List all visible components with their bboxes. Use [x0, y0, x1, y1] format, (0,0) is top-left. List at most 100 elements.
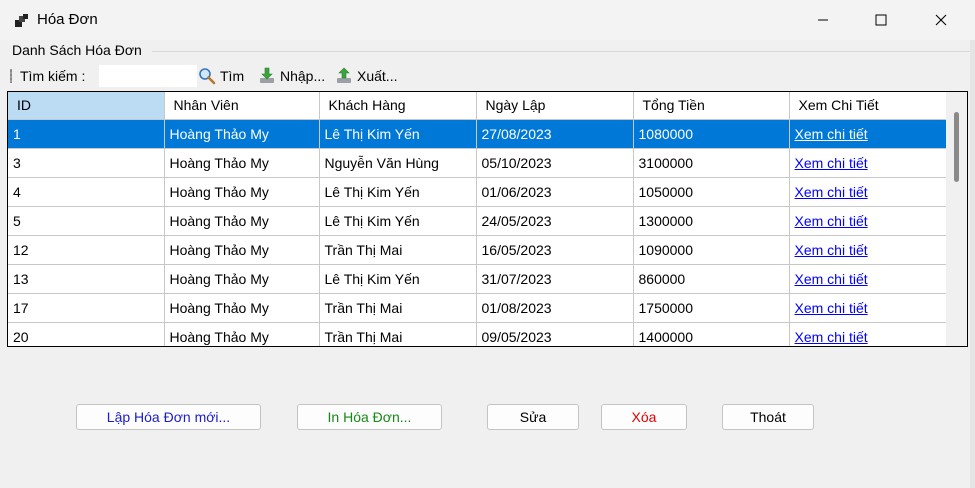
group-divider	[152, 51, 972, 52]
import-label: Nhập...	[280, 68, 326, 84]
table-row[interactable]: 12 Hoàng Thảo My Trần Thị Mai 16/05/2023…	[8, 235, 947, 265]
cell-total[interactable]: 1750000	[633, 293, 790, 323]
cell-customer[interactable]: Trần Thị Mai	[319, 322, 477, 346]
column-header-date[interactable]: Ngày Lập	[476, 92, 634, 120]
cell-customer[interactable]: Lê Thị Kim Yến	[319, 177, 477, 207]
view-details-link[interactable]: Xem chi tiết	[795, 155, 868, 171]
column-header-customer[interactable]: Khách Hàng	[319, 92, 477, 120]
grid-header-row: ID Nhân Viên Khách Hàng Ngày Lập Tổng Ti…	[8, 92, 947, 120]
minimize-icon	[818, 19, 828, 21]
cell-date[interactable]: 27/08/2023	[476, 119, 634, 149]
vertical-scrollbar[interactable]	[946, 92, 967, 346]
search-label: Tìm kiếm :	[20, 68, 86, 84]
view-details-link[interactable]: Xem chi tiết	[795, 242, 868, 258]
cell-id[interactable]: 13	[8, 264, 165, 294]
green-arrow-down-icon	[260, 67, 274, 83]
cell-id[interactable]: 12	[8, 235, 165, 265]
window-title: Hóa Đơn	[37, 11, 98, 28]
table-row[interactable]: 13 Hoàng Thảo My Lê Thị Kim Yến 31/07/20…	[8, 264, 947, 294]
cell-id[interactable]: 17	[8, 293, 165, 323]
cell-date[interactable]: 09/05/2023	[476, 322, 634, 346]
invoice-grid[interactable]: ID Nhân Viên Khách Hàng Ngày Lập Tổng Ti…	[7, 91, 968, 347]
view-details-link[interactable]: Xem chi tiết	[795, 213, 868, 229]
cell-employee[interactable]: Hoàng Thảo My	[164, 264, 320, 294]
export-button[interactable]: Xuất...	[335, 65, 397, 87]
view-details-link[interactable]: Xem chi tiết	[795, 300, 868, 316]
window-edge	[970, 40, 975, 488]
column-header-total[interactable]: Tổng Tiền	[633, 92, 790, 120]
cell-date[interactable]: 16/05/2023	[476, 235, 634, 265]
cell-date[interactable]: 01/06/2023	[476, 177, 634, 207]
print-invoice-button[interactable]: In Hóa Đơn...	[297, 404, 442, 430]
edit-button[interactable]: Sửa	[487, 404, 579, 430]
cell-details: Xem chi tiết	[789, 177, 947, 207]
cell-id[interactable]: 4	[8, 177, 165, 207]
column-header-details[interactable]: Xem Chi Tiết	[789, 92, 947, 120]
cell-employee[interactable]: Hoàng Thảo My	[164, 293, 320, 323]
close-button[interactable]	[918, 0, 964, 40]
cell-details: Xem chi tiết	[789, 322, 947, 346]
cell-customer[interactable]: Lê Thị Kim Yến	[319, 264, 477, 294]
cell-total[interactable]: 860000	[633, 264, 790, 294]
view-details-link[interactable]: Xem chi tiết	[795, 271, 868, 287]
cell-employee[interactable]: Hoàng Thảo My	[164, 322, 320, 346]
cell-date[interactable]: 31/07/2023	[476, 264, 634, 294]
cell-total[interactable]: 3100000	[633, 148, 790, 178]
cell-total[interactable]: 1300000	[633, 206, 790, 236]
table-row[interactable]: 1 Hoàng Thảo My Lê Thị Kim Yến 27/08/202…	[8, 119, 947, 149]
cell-id[interactable]: 20	[8, 322, 165, 346]
column-header-id[interactable]: ID	[8, 92, 165, 120]
cell-details: Xem chi tiết	[789, 293, 947, 323]
table-row[interactable]: 20 Hoàng Thảo My Trần Thị Mai 09/05/2023…	[8, 322, 947, 346]
table-row[interactable]: 4 Hoàng Thảo My Lê Thị Kim Yến 01/06/202…	[8, 177, 947, 207]
maximize-button[interactable]	[858, 0, 904, 40]
search-input[interactable]	[99, 65, 197, 87]
import-button[interactable]: Nhập...	[258, 65, 325, 87]
cell-employee[interactable]: Hoàng Thảo My	[164, 148, 320, 178]
cell-customer[interactable]: Lê Thị Kim Yến	[319, 119, 477, 149]
column-header-employee[interactable]: Nhân Viên	[164, 92, 320, 120]
maximize-icon	[875, 14, 887, 26]
view-details-link[interactable]: Xem chi tiết	[795, 184, 868, 200]
cell-id[interactable]: 1	[8, 119, 165, 149]
magnifier-icon	[199, 68, 216, 85]
cell-total[interactable]: 1080000	[633, 119, 790, 149]
cell-employee[interactable]: Hoàng Thảo My	[164, 119, 320, 149]
cell-details: Xem chi tiết	[789, 206, 947, 236]
cell-date[interactable]: 05/10/2023	[476, 148, 634, 178]
app-icon	[15, 14, 28, 27]
toolbar-grip[interactable]	[10, 69, 12, 83]
cell-customer[interactable]: Trần Thị Mai	[319, 293, 477, 323]
cell-date[interactable]: 24/05/2023	[476, 206, 634, 236]
cell-date[interactable]: 01/08/2023	[476, 293, 634, 323]
cell-id[interactable]: 5	[8, 206, 165, 236]
table-row[interactable]: 3 Hoàng Thảo My Nguyễn Văn Hùng 05/10/20…	[8, 148, 947, 178]
cell-customer[interactable]: Nguyễn Văn Hùng	[319, 148, 477, 178]
cell-total[interactable]: 1400000	[633, 322, 790, 346]
exit-button[interactable]: Thoát	[722, 404, 814, 430]
group-label: Danh Sách Hóa Đơn	[12, 42, 142, 58]
cell-employee[interactable]: Hoàng Thảo My	[164, 235, 320, 265]
scrollbar-thumb[interactable]	[954, 112, 959, 182]
cell-customer[interactable]: Trần Thị Mai	[319, 235, 477, 265]
new-invoice-button[interactable]: Lập Hóa Đơn mới...	[76, 404, 261, 430]
cell-total[interactable]: 1050000	[633, 177, 790, 207]
cell-total[interactable]: 1090000	[633, 235, 790, 265]
view-details-link[interactable]: Xem chi tiết	[795, 329, 868, 345]
cell-employee[interactable]: Hoàng Thảo My	[164, 177, 320, 207]
export-label: Xuất...	[357, 68, 398, 84]
delete-button[interactable]: Xóa	[601, 404, 687, 430]
close-icon	[935, 14, 947, 26]
find-label: Tìm	[220, 68, 245, 84]
cell-employee[interactable]: Hoàng Thảo My	[164, 206, 320, 236]
cell-details: Xem chi tiết	[789, 119, 947, 149]
table-row[interactable]: 17 Hoàng Thảo My Trần Thị Mai 01/08/2023…	[8, 293, 947, 323]
table-row[interactable]: 5 Hoàng Thảo My Lê Thị Kim Yến 24/05/202…	[8, 206, 947, 236]
cell-id[interactable]: 3	[8, 148, 165, 178]
cell-customer[interactable]: Lê Thị Kim Yến	[319, 206, 477, 236]
view-details-link[interactable]: Xem chi tiết	[795, 126, 868, 142]
minimize-button[interactable]	[800, 0, 846, 40]
toolbar: Tìm kiếm : Tìm Nhập... Xuất...	[5, 63, 968, 90]
cell-details: Xem chi tiết	[789, 148, 947, 178]
find-button[interactable]: Tìm	[198, 65, 244, 87]
